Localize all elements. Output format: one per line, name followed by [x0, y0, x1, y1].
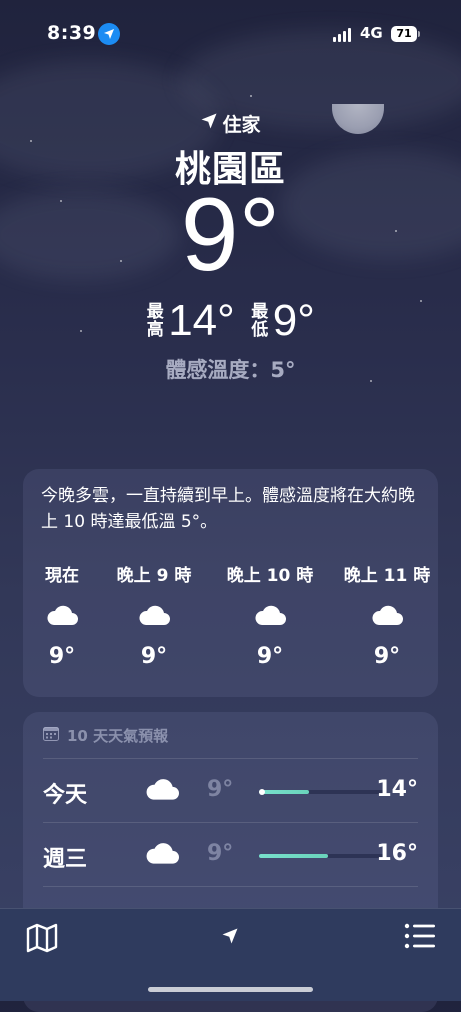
- day-row-divider: [43, 886, 418, 889]
- cloud-icon: [219, 604, 321, 626]
- status-time: 8:39: [47, 22, 97, 44]
- feels-like: 體感溫度：5°: [165, 358, 296, 382]
- low-temperature: 9°: [272, 296, 315, 345]
- hourly-summary: 今晚多雲，一直持續到早上。體感溫度將在大約晚上 10 時達最低溫 5°。: [41, 486, 415, 532]
- battery-icon: 71: [391, 26, 417, 42]
- day-name: 週三: [43, 847, 88, 872]
- location-label: 住家: [222, 114, 261, 136]
- bottom-toolbar: [0, 908, 461, 1001]
- location-arrow-icon[interactable]: [221, 927, 239, 949]
- location-services-icon: [98, 23, 120, 45]
- temperature-range-bar: [259, 854, 385, 858]
- hour-temperature: 9°: [373, 644, 401, 669]
- hour-temperature: 9°: [256, 644, 284, 669]
- hour-temperature: 9°: [140, 644, 168, 669]
- calendar-icon: [43, 726, 59, 745]
- list-icon[interactable]: [404, 923, 436, 953]
- temperature-range-fill: [259, 854, 329, 858]
- day-high: 16°: [376, 841, 418, 866]
- location-label-row: 住家: [0, 110, 461, 137]
- high-temperature: 14°: [168, 296, 235, 345]
- current-temperature: 9°: [180, 177, 281, 293]
- hour-item[interactable]: 晚上 11 時 9°: [336, 561, 438, 669]
- home-indicator: [148, 987, 313, 992]
- cloud-icon: [145, 841, 179, 869]
- map-icon[interactable]: [26, 923, 58, 957]
- cellular-signal-icon: [333, 28, 351, 42]
- day-row[interactable]: 今天 9° 14°: [43, 758, 418, 823]
- network-type: 4G: [360, 24, 383, 42]
- hour-item[interactable]: 現在 9°: [33, 561, 91, 669]
- hour-item[interactable]: 晚上 10 時 9°: [219, 561, 321, 669]
- hourly-forecast-card[interactable]: 今晚多雲，一直持續到早上。體感溫度將在大約晚上 10 時達最低溫 5°。 現在 …: [23, 469, 438, 697]
- hour-label: 晚上 10 時: [226, 566, 314, 586]
- hour-label: 晚上 9 時: [116, 566, 192, 586]
- day-name: 今天: [43, 783, 88, 808]
- hour-item[interactable]: 晚上 9 時 9°: [109, 561, 199, 669]
- day-high: 14°: [376, 777, 418, 802]
- day-row[interactable]: 週三 9° 16°: [43, 822, 418, 887]
- high-label: 最高: [146, 302, 164, 340]
- current-temperature-marker: [259, 789, 265, 795]
- day-low: 9°: [207, 841, 234, 866]
- cloud-icon: [145, 777, 179, 805]
- temperature-range-fill: [259, 790, 310, 794]
- status-bar: 8:39 4G 71: [0, 22, 461, 48]
- temperature-range-bar: [259, 789, 385, 795]
- location-arrow-icon: [200, 112, 218, 135]
- cloud-icon: [109, 604, 199, 626]
- hour-label: 晚上 11 時: [343, 566, 431, 586]
- high-low-row: 最高 14° 最低 9°: [0, 296, 461, 346]
- cloud-icon: [336, 604, 438, 626]
- hour-label: 現在: [45, 566, 79, 586]
- ten-day-title: 10 天天氣預報: [67, 727, 169, 745]
- hour-temperature: 9°: [48, 644, 76, 669]
- day-low: 9°: [207, 777, 234, 802]
- low-label: 最低: [251, 302, 269, 340]
- ten-day-header: 10 天天氣預報: [43, 725, 168, 746]
- cloud-icon: [33, 604, 91, 626]
